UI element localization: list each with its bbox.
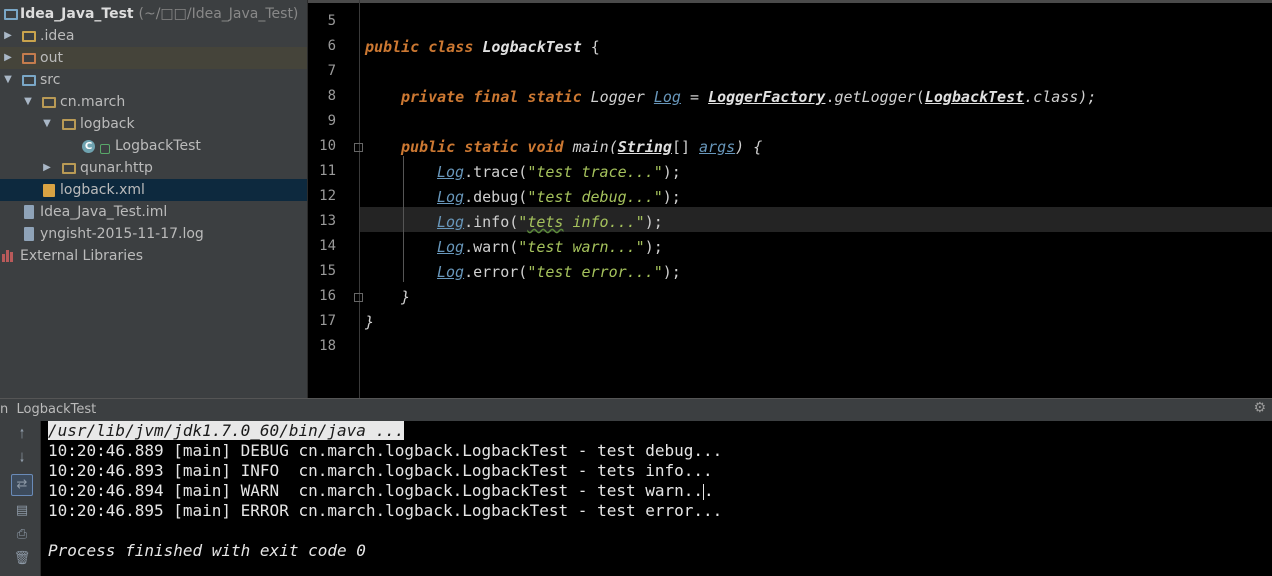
tree-item-out[interactable]: ▶ out — [0, 47, 307, 69]
module-file-icon — [24, 205, 34, 219]
tree-item-src[interactable]: ▼ src — [0, 69, 307, 91]
package-icon — [62, 119, 76, 130]
tree-item-label: External Libraries — [20, 248, 143, 264]
arrow-up-icon[interactable]: 🠑 — [12, 425, 32, 445]
console-command-line[interactable]: /usr/lib/jvm/jdk1.7.0_60/bin/java ... — [48, 421, 405, 441]
arrow-down-icon[interactable]: 🠓 — [12, 449, 32, 469]
console-line: 10:20:46.894 [main] WARN cn.march.logbac… — [48, 481, 714, 500]
console-line: 10:20:46.889 [main] DEBUG cn.march.logba… — [48, 441, 723, 460]
tree-item-label: LogbackTest — [115, 138, 201, 154]
tree-item-iml[interactable]: Idea_Java_Test.iml — [0, 201, 307, 223]
tree-item-qunar-http[interactable]: ▶ qunar.http — [0, 157, 307, 179]
fold-marker-icon[interactable] — [354, 143, 363, 152]
line-number: 8 — [327, 88, 336, 104]
class-icon: C — [82, 140, 95, 153]
source-folder-icon — [22, 75, 36, 86]
line-number: 6 — [327, 38, 336, 54]
console-output[interactable]: /usr/lib/jvm/jdk1.7.0_60/bin/java ... 10… — [41, 421, 1272, 576]
library-icon — [2, 250, 16, 262]
tree-item-label: Idea_Java_Test.iml — [40, 204, 168, 220]
tree-root[interactable]: Idea_Java_Test (~/□□/Idea_Java_Test) — [0, 3, 307, 25]
console-line: 10:20:46.895 [main] ERROR cn.march.logba… — [48, 501, 723, 520]
chevron-right-icon[interactable]: ▶ — [2, 47, 14, 69]
run-config-name[interactable]: LogbackTest — [17, 402, 97, 417]
tree-item-label: logback.xml — [60, 182, 145, 198]
tree-item-log-file[interactable]: yngisht-2015-11-17.log — [0, 223, 307, 245]
line-number: 18 — [319, 338, 336, 354]
run-toolbar: 🠑 🠓 ⇄ ▤ ⎙ 🗑 — [0, 421, 41, 576]
run-panel-header: n LogbackTest ⚙ — [0, 398, 1272, 421]
line-number: 11 — [319, 163, 336, 179]
xml-file-icon — [43, 184, 55, 197]
console-line: 10:20:46.893 [main] INFO cn.march.logbac… — [48, 461, 713, 480]
package-icon — [62, 163, 76, 174]
editor-tab-strip — [308, 0, 1272, 3]
chevron-right-icon[interactable]: ▶ — [2, 25, 14, 47]
trash-icon[interactable]: 🗑 — [12, 549, 32, 569]
line-number: 7 — [327, 63, 336, 79]
code-line-8[interactable]: private final static Logger Log = Logger… — [401, 85, 1096, 110]
code-line-12[interactable]: Log.debug("test debug..."); — [437, 185, 681, 210]
tree-item-label: logback — [80, 116, 135, 132]
line-number: 10 — [319, 138, 336, 154]
text-file-icon — [24, 227, 34, 241]
code-line-16[interactable]: } — [401, 285, 410, 310]
line-number: 13 — [319, 213, 336, 229]
spelling-error: tets — [527, 213, 564, 231]
code-line-11[interactable]: Log.trace("test trace..."); — [437, 160, 681, 185]
fold-marker-icon[interactable] — [354, 293, 363, 302]
folder-icon — [22, 53, 36, 64]
project-tree[interactable]: Idea_Java_Test (~/□□/Idea_Java_Test) ▶ .… — [0, 0, 308, 398]
code-line-6[interactable]: public class LogbackTest { — [365, 35, 600, 60]
folder-icon — [22, 31, 36, 42]
code-line-10[interactable]: public static void main(String[] args) { — [401, 135, 762, 160]
chevron-right-icon[interactable]: ▶ — [41, 157, 53, 179]
print-icon[interactable]: ⎙ — [12, 525, 32, 545]
tree-item-label: .idea — [40, 28, 75, 44]
tree-item-cn-march[interactable]: ▼ cn.march — [0, 91, 307, 113]
indent-guide — [403, 156, 404, 282]
scroll-to-end-icon[interactable]: ▤ — [12, 501, 32, 521]
chevron-down-icon[interactable]: ▼ — [41, 113, 53, 135]
project-folder-icon — [4, 9, 18, 20]
tree-item-logbacktest[interactable]: C LogbackTest — [0, 135, 307, 157]
tree-item-logback-xml[interactable]: logback.xml — [0, 179, 307, 201]
tree-item-label: out — [40, 50, 63, 66]
code-line-15[interactable]: Log.error("test error..."); — [437, 260, 681, 285]
tree-item-label: src — [40, 72, 61, 88]
tree-item-external-libraries[interactable]: External Libraries — [0, 245, 307, 267]
run-tab-prefix: n — [0, 402, 9, 417]
code-line-14[interactable]: Log.warn("test warn..."); — [437, 235, 663, 260]
tree-item-logback[interactable]: ▼ logback — [0, 113, 307, 135]
line-number: 9 — [327, 113, 336, 129]
line-number: 16 — [319, 288, 336, 304]
tree-item-label: qunar.http — [80, 160, 153, 176]
project-path: (~/□□/Idea_Java_Test) — [138, 6, 299, 22]
chevron-down-icon[interactable]: ▼ — [22, 91, 34, 113]
console-exit-message: Process finished with exit code 0 — [48, 541, 366, 560]
code-line-13[interactable]: Log.info("tets info..."); — [437, 210, 663, 235]
package-icon — [42, 97, 56, 108]
line-number-gutter: 5 6 7 8 9 10 11 12 13 14 15 16 17 18 — [308, 0, 363, 398]
line-number: 15 — [319, 263, 336, 279]
project-name: Idea_Java_Test — [20, 6, 134, 22]
line-number: 5 — [327, 13, 336, 29]
lock-icon — [100, 144, 110, 154]
line-number: 17 — [319, 313, 336, 329]
tree-item-label: yngisht-2015-11-17.log — [40, 226, 204, 242]
tree-item-idea[interactable]: ▶ .idea — [0, 25, 307, 47]
gear-icon[interactable]: ⚙ — [1253, 400, 1266, 416]
line-number: 14 — [319, 238, 336, 254]
soft-wrap-toggle-icon[interactable]: ⇄ — [11, 474, 33, 496]
tree-item-label: cn.march — [60, 94, 126, 110]
code-line-17[interactable]: } — [365, 310, 374, 335]
chevron-down-icon[interactable]: ▼ — [2, 69, 14, 91]
code-editor[interactable]: 5 6 7 8 9 10 11 12 13 14 15 16 17 18 pub… — [308, 0, 1272, 398]
line-number: 12 — [319, 188, 336, 204]
